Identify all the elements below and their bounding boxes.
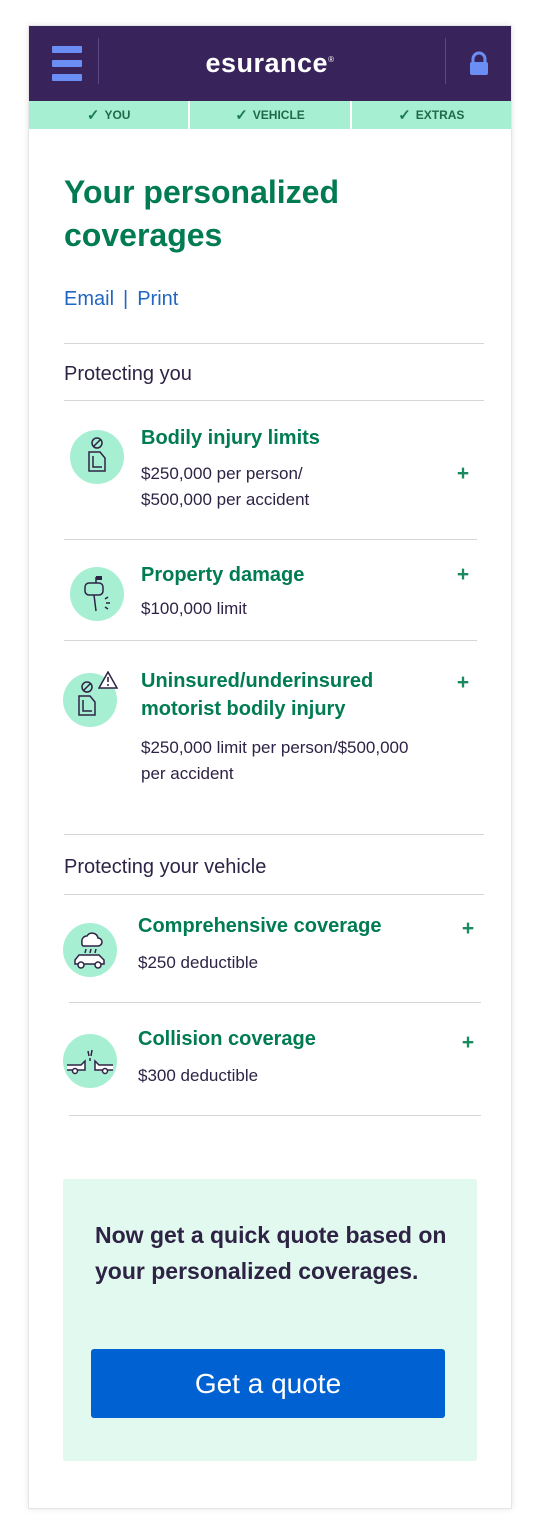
coverage-name: Property damage <box>141 564 305 586</box>
progress-steps: ✓ YOU ✓ VEHICLE ✓ EXTRAS <box>29 101 511 129</box>
section-title-protecting-you: Protecting you <box>64 363 192 385</box>
divider <box>64 894 484 895</box>
bodily-injury-icon <box>70 430 124 484</box>
email-link[interactable]: Email <box>64 288 114 310</box>
link-separator: | <box>123 288 129 310</box>
print-link[interactable]: Print <box>137 288 178 310</box>
expand-collision-button[interactable]: + <box>458 1032 478 1053</box>
header-divider <box>445 38 446 84</box>
coverage-name: Comprehensive coverage <box>138 915 382 937</box>
app-frame: esurance® ✓ YOU ✓ VEHICLE ✓ EXTRAS Your … <box>28 25 512 1509</box>
coverage-detail: $250 deductible <box>138 953 259 972</box>
collision-cars-icon <box>63 1034 117 1088</box>
coverage-detail: $250,000 per person/ $500,000 per accide… <box>141 464 310 509</box>
divider <box>64 539 477 540</box>
expand-bodily-injury-button[interactable]: + <box>453 463 473 484</box>
divider <box>64 343 484 344</box>
coverage-detail: $300 deductible <box>138 1066 259 1085</box>
divider <box>69 1002 481 1003</box>
divider <box>69 1115 481 1116</box>
warning-triangle-icon <box>97 670 119 689</box>
coverage-name: Uninsured/underinsured motorist bodily i… <box>141 670 374 720</box>
share-links: Email | Print <box>64 288 178 311</box>
page-title: Your personalized coverages <box>64 174 340 253</box>
section-title-protecting-vehicle: Protecting your vehicle <box>64 856 267 878</box>
expand-property-damage-button[interactable]: + <box>453 564 473 585</box>
coverage-name: Bodily injury limits <box>141 427 320 449</box>
coverage-detail: $250,000 limit per person/$500,000 per a… <box>141 738 409 783</box>
comprehensive-storm-car-icon <box>63 923 117 977</box>
lock-icon[interactable] <box>465 50 493 78</box>
divider <box>64 640 477 641</box>
coverage-detail: $100,000 limit <box>141 599 247 618</box>
step-you[interactable]: ✓ YOU <box>29 101 189 129</box>
coverage-name: Collision coverage <box>138 1028 316 1050</box>
divider <box>64 834 484 835</box>
quote-cta-panel: Now get a quick quote based on your pers… <box>63 1179 477 1461</box>
cta-text: Now get a quick quote based on your pers… <box>95 1222 447 1284</box>
esurance-logo[interactable]: esurance® <box>29 48 511 79</box>
get-a-quote-button[interactable]: Get a quote <box>91 1349 445 1418</box>
checkmark-icon: ✓ <box>86 107 100 124</box>
top-header: esurance® <box>29 26 511 101</box>
step-extras[interactable]: ✓ EXTRAS <box>351 101 511 129</box>
expand-uninsured-motorist-button[interactable]: + <box>453 672 473 693</box>
property-damage-mailbox-icon <box>70 567 124 621</box>
checkmark-icon: ✓ <box>398 107 411 124</box>
checkmark-icon: ✓ <box>235 107 248 124</box>
expand-comprehensive-button[interactable]: + <box>458 918 478 939</box>
divider <box>64 400 484 401</box>
step-vehicle[interactable]: ✓ VEHICLE <box>190 101 350 129</box>
